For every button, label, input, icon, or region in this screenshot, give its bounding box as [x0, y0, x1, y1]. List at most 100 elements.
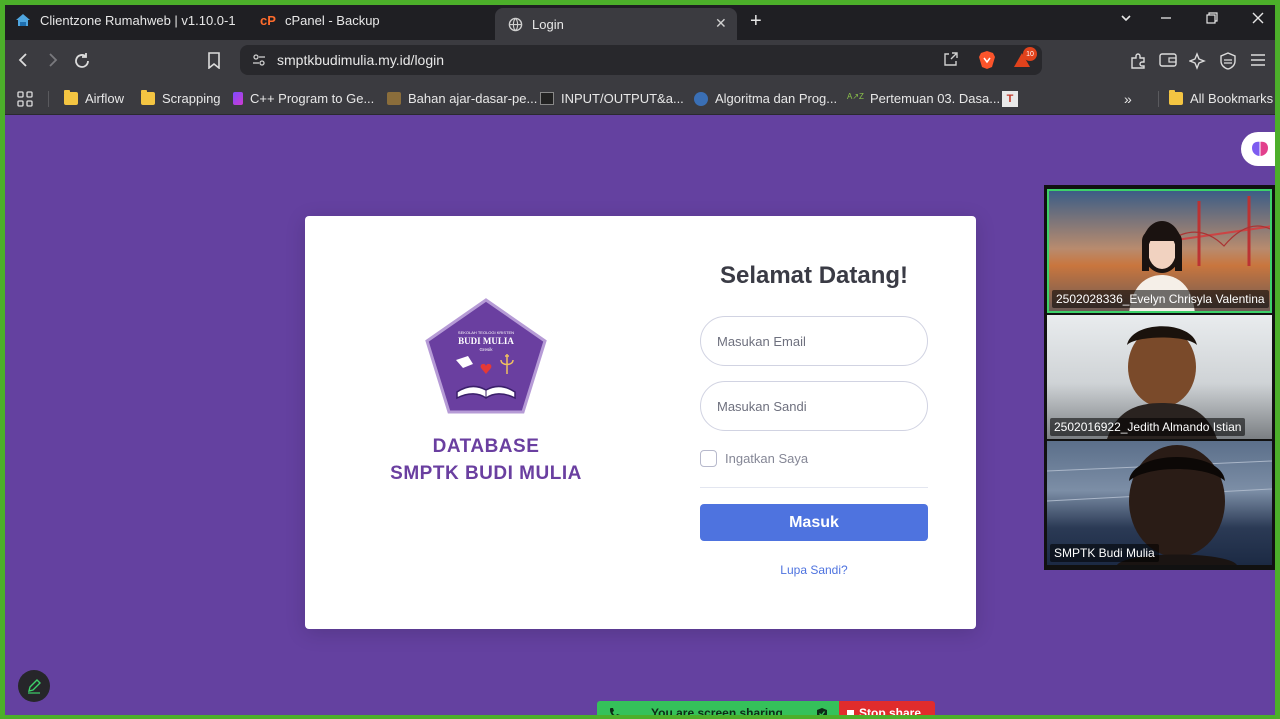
- address-bar[interactable]: smptkbudimulia.my.id/login 10: [240, 45, 1042, 75]
- sharing-indicator: You are screen sharing: [597, 701, 839, 715]
- bookmark-label: Algoritma dan Prog...: [715, 91, 838, 106]
- brain-icon: [1252, 141, 1268, 156]
- bookmarks-divider: [1158, 91, 1159, 107]
- database-title-line2: SMPTK BUDI MULIA: [390, 463, 582, 484]
- database-title: DATABASE SMPTK BUDI MULIA: [363, 433, 609, 487]
- participant-name: 2502028336_Evelyn Chrisyla Valentina: [1052, 290, 1269, 308]
- reload-icon[interactable]: [73, 52, 91, 73]
- email-field[interactable]: [700, 316, 928, 366]
- toolbar: smptkbudimulia.my.id/login 10: [5, 40, 1275, 83]
- bookmarks-bar: Airflow Scrapping C++ Program to Ge... B…: [5, 83, 1275, 115]
- tab-search-icon[interactable]: [1120, 11, 1132, 27]
- bookmark-bahan-ajar[interactable]: Bahan ajar-dasar-pe...: [387, 91, 537, 106]
- logo-small-text: SEKOLAH TEOLOGI KRISTEN: [458, 330, 514, 335]
- apps-grid-icon[interactable]: [17, 91, 33, 107]
- screen-share-bar: You are screen sharing Stop share: [597, 701, 935, 715]
- bookmark-algoritma[interactable]: Algoritma dan Prog...: [694, 91, 837, 106]
- restore-icon[interactable]: [1206, 11, 1218, 27]
- bookmark-label: Pertemuan 03. Dasa...: [870, 91, 1001, 106]
- brave-shields-icon[interactable]: [978, 50, 996, 70]
- rumahweb-icon: [15, 12, 31, 28]
- new-tab-button[interactable]: +: [750, 10, 762, 33]
- participant-tile[interactable]: 2502028336_Evelyn Chrisyla Valentina: [1047, 189, 1272, 313]
- wallet-icon[interactable]: [1159, 52, 1177, 71]
- all-bookmarks[interactable]: All Bookmarks: [1169, 90, 1274, 106]
- ai-assistant-button[interactable]: [1241, 132, 1275, 166]
- login-card: SEKOLAH TEOLOGI KRISTEN BUDI MULIA Gresi…: [305, 216, 976, 629]
- tab-cpanel[interactable]: cP cPanel - Backup: [260, 5, 492, 35]
- stop-icon: [847, 709, 854, 715]
- forward-icon[interactable]: [45, 52, 61, 71]
- url-text[interactable]: smptkbudimulia.my.id/login: [277, 52, 444, 68]
- book-icon: [387, 92, 401, 105]
- bookmark-label: C++ Program to Ge...: [250, 91, 375, 106]
- database-title-line1: DATABASE: [432, 436, 540, 457]
- bookmark-icon[interactable]: [207, 52, 221, 72]
- site-settings-icon[interactable]: [252, 53, 266, 67]
- video-panel: 2502028336_Evelyn Chrisyla Valentina 250…: [1044, 185, 1275, 570]
- welcome-heading: Selamat Datang!: [719, 262, 909, 289]
- password-field[interactable]: [700, 381, 928, 431]
- extensions-icon[interactable]: [1129, 52, 1147, 73]
- menu-icon[interactable]: [1250, 52, 1266, 70]
- logo-name: BUDI MULIA: [458, 336, 514, 346]
- password-input[interactable]: [701, 382, 927, 430]
- bookmark-label: Scrapping: [162, 91, 221, 106]
- share-icon[interactable]: [943, 51, 959, 71]
- bookmark-folder-airflow[interactable]: Airflow: [64, 90, 125, 106]
- stop-share-button[interactable]: Stop share: [839, 701, 935, 715]
- globe-icon: [507, 16, 523, 32]
- remember-checkbox[interactable]: [700, 450, 717, 467]
- bookmark-t[interactable]: T: [1002, 91, 1025, 107]
- io-icon: [540, 92, 554, 105]
- bookmark-label: Airflow: [85, 91, 125, 106]
- tab-clientzone[interactable]: Clientzone Rumahweb | v1.10.0-1: [15, 5, 247, 35]
- sharing-text: You are screen sharing: [651, 706, 783, 715]
- annotate-button[interactable]: [18, 670, 50, 702]
- t-icon: T: [1002, 91, 1018, 107]
- forgot-password-link[interactable]: Lupa Sandi?: [700, 563, 928, 577]
- bookmark-pertemuan[interactable]: A↗Z Pertemuan 03. Dasa...: [847, 91, 1000, 106]
- back-icon[interactable]: [15, 52, 31, 71]
- pen-icon: [28, 679, 41, 694]
- login-button[interactable]: Masuk: [700, 504, 928, 541]
- tab-label: Login: [532, 16, 564, 32]
- folder-icon: [1169, 90, 1183, 105]
- folder-icon: [64, 90, 78, 105]
- browser-window: Clientzone Rumahweb | v1.10.0-1 cP cPane…: [5, 5, 1275, 715]
- bookmark-label: All Bookmarks: [1190, 91, 1274, 106]
- more-bookmarks-icon[interactable]: »: [1124, 91, 1132, 107]
- leo-ai-icon[interactable]: [1188, 52, 1207, 73]
- bookmark-cpp[interactable]: C++ Program to Ge...: [233, 91, 374, 106]
- bookmarks-divider: [48, 91, 49, 107]
- minimize-icon[interactable]: [1160, 11, 1172, 27]
- participant-tile[interactable]: SMPTK Budi Mulia: [1047, 441, 1272, 565]
- anz-icon: A↗Z: [847, 92, 864, 101]
- cpp-icon: [233, 92, 243, 105]
- participant-name: SMPTK Budi Mulia: [1050, 544, 1159, 562]
- shield-check-icon: [817, 708, 827, 715]
- page-viewport: SEKOLAH TEOLOGI KRISTEN BUDI MULIA Gresi…: [5, 115, 1275, 715]
- wordpress-icon: [694, 91, 708, 106]
- tab-label: Clientzone Rumahweb | v1.10.0-1: [40, 12, 236, 28]
- bookmark-label: INPUT/OUTPUT&a...: [561, 91, 684, 106]
- stop-share-label: Stop share: [859, 706, 922, 715]
- participant-tile[interactable]: 2502016922_Jedith Almando Istian: [1047, 315, 1272, 439]
- bookmark-input-output[interactable]: INPUT/OUTPUT&a...: [540, 91, 684, 106]
- divider: [700, 487, 928, 488]
- close-tab-icon[interactable]: ✕: [715, 15, 727, 32]
- bookmark-label: Bahan ajar-dasar-pe...: [408, 91, 538, 106]
- remember-me[interactable]: Ingatkan Saya: [700, 450, 808, 467]
- folder-icon: [141, 90, 155, 105]
- tab-login[interactable]: Login ✕: [495, 8, 737, 40]
- close-window-icon[interactable]: [1252, 11, 1264, 27]
- bookmark-folder-scrapping[interactable]: Scrapping: [141, 90, 221, 106]
- phone-icon: [610, 708, 620, 715]
- tab-strip: Clientzone Rumahweb | v1.10.0-1 cP cPane…: [5, 5, 1275, 40]
- vpn-icon[interactable]: [1220, 52, 1236, 73]
- email-input[interactable]: [701, 317, 927, 365]
- cpanel-icon: cP: [260, 12, 276, 28]
- rewards-badge: 10: [1023, 47, 1037, 61]
- participant-name: 2502016922_Jedith Almando Istian: [1050, 418, 1246, 436]
- school-logo: SEKOLAH TEOLOGI KRISTEN BUDI MULIA Gresi…: [423, 298, 549, 418]
